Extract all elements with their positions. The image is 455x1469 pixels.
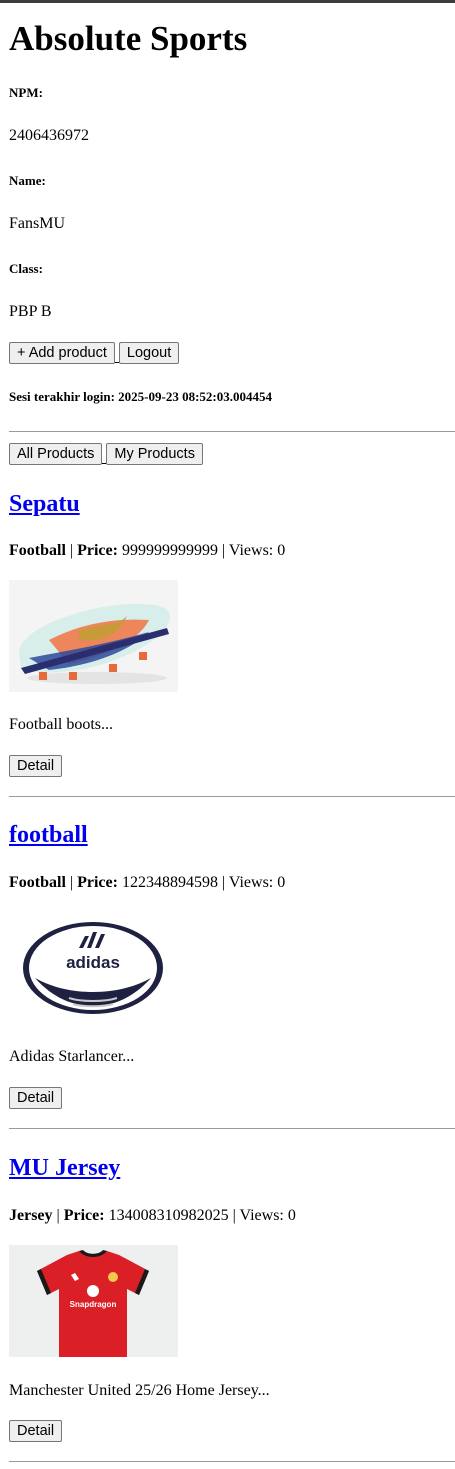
name-label: Name:	[9, 173, 46, 188]
name-value: FansMU	[9, 215, 66, 232]
football-boot-image	[9, 580, 178, 692]
link-underline-gap	[114, 342, 119, 364]
product-meta: Football | Price: 122348894598 | Views: …	[9, 873, 285, 893]
product-views: | Views: 0	[232, 1207, 296, 1224]
npm-value: 2406436972	[9, 127, 89, 144]
logout-button[interactable]: Logout	[118, 342, 180, 364]
product-description: Adidas Starlancer...	[9, 1048, 135, 1065]
ball-brand-text: adidas	[66, 953, 120, 972]
product-category: Jersey	[9, 1207, 53, 1224]
soccer-ball-image: adidas	[9, 912, 178, 1024]
product-description: Football boots...	[9, 716, 114, 733]
divider	[9, 796, 455, 797]
last-login-text: Sesi terakhir login: 2025-09-23 08:52:03…	[9, 389, 272, 404]
detail-button[interactable]: Detail	[9, 1420, 63, 1442]
add-product-button[interactable]: + Add product	[9, 342, 115, 364]
divider	[9, 431, 455, 432]
account-actions: + Add product Logout	[9, 342, 180, 364]
jersey-sponsor-text: Snapdragon	[70, 1300, 117, 1309]
all-products-button[interactable]: All Products	[9, 443, 103, 465]
meta-separator: |	[56, 1207, 64, 1224]
window-top-border	[0, 0, 455, 3]
meta-separator: |	[69, 874, 78, 891]
product-category: Football	[9, 874, 66, 891]
product-views: | Views: 0	[221, 874, 286, 891]
class-label: Class:	[9, 261, 43, 276]
product-actions: Detail	[9, 1087, 63, 1109]
football-boot-icon	[9, 580, 178, 692]
page-title: Absolute Sports	[9, 19, 248, 58]
detail-button[interactable]: Detail	[9, 1087, 63, 1109]
product-category: Football	[9, 542, 66, 559]
football-jersey-icon: Snapdragon	[9, 1245, 178, 1357]
product-meta: Jersey | Price: 134008310982025 | Views:…	[9, 1206, 296, 1226]
product-price-label: Price:	[77, 542, 118, 559]
product-price: 134008310982025	[108, 1207, 229, 1224]
product-price-label: Price:	[77, 874, 118, 891]
product-meta: Football | Price: 999999999999 | Views: …	[9, 541, 285, 561]
detail-button[interactable]: Detail	[9, 755, 63, 777]
product-description: Manchester United 25/26 Home Jersey...	[9, 1382, 270, 1399]
npm-label: NPM:	[9, 85, 43, 100]
divider	[9, 1128, 455, 1129]
soccer-ball-icon: adidas	[9, 912, 178, 1024]
product-filter-tabs: All Products My Products	[9, 443, 203, 465]
football-jersey-image: Snapdragon	[9, 1245, 178, 1357]
product-title-link[interactable]: Sepatu	[9, 489, 80, 519]
product-actions: Detail	[9, 755, 63, 777]
class-value: PBP B	[9, 303, 52, 320]
divider	[9, 1461, 455, 1462]
meta-separator: |	[69, 542, 78, 559]
product-title-link[interactable]: MU Jersey	[9, 1153, 120, 1183]
link-underline-gap	[102, 443, 107, 465]
product-price: 122348894598	[121, 874, 218, 891]
product-title-link[interactable]: football	[9, 820, 88, 850]
product-views: | Views: 0	[221, 542, 286, 559]
product-actions: Detail	[9, 1420, 63, 1442]
my-products-button[interactable]: My Products	[106, 443, 203, 465]
product-price: 999999999999	[121, 542, 218, 559]
product-price-label: Price:	[63, 1207, 105, 1224]
